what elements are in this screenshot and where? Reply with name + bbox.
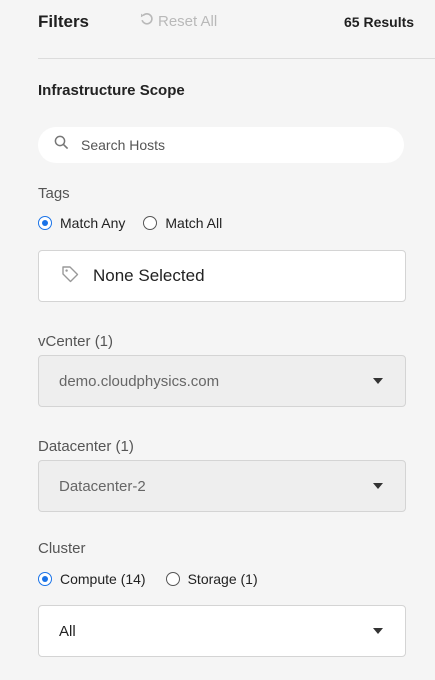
datacenter-label: Datacenter (1) [38, 438, 134, 455]
datacenter-select[interactable]: Datacenter-2 [38, 460, 406, 512]
header-divider [38, 58, 435, 59]
radio-checked-icon [38, 572, 52, 586]
chevron-down-icon [373, 628, 383, 634]
datacenter-select-value: Datacenter-2 [59, 477, 146, 495]
radio-unchecked-icon [165, 572, 180, 586]
filters-title: Filters [38, 12, 90, 31]
cluster-type-radio-group: Compute (14) Storage (1) [38, 571, 276, 587]
vcenter-select-value: demo.cloudphysics.com [59, 372, 220, 390]
filters-header: Filters Reset All 65 Results [38, 10, 435, 36]
storage-label: Storage (1) [187, 571, 258, 587]
tags-selector-text: None Selected [93, 266, 205, 285]
tags-label: Tags [38, 185, 70, 202]
compute-radio[interactable]: Compute (14) [38, 571, 146, 587]
compute-label: Compute (14) [60, 571, 146, 587]
reset-icon [140, 10, 154, 34]
infrastructure-scope-title: Infrastructure Scope [38, 82, 185, 99]
radio-checked-icon [38, 216, 52, 230]
match-any-radio[interactable]: Match Any [38, 215, 125, 231]
cluster-label: Cluster [38, 540, 86, 557]
cluster-select[interactable]: All [38, 605, 406, 657]
vcenter-label: vCenter (1) [38, 333, 114, 350]
search-icon [54, 135, 69, 155]
search-hosts-input[interactable] [79, 136, 363, 154]
radio-unchecked-icon [143, 216, 158, 230]
match-any-label: Match Any [60, 215, 126, 231]
tags-selector[interactable]: None Selected [38, 250, 406, 302]
match-all-label: Match All [165, 215, 223, 231]
storage-radio[interactable]: Storage (1) [165, 571, 258, 587]
tags-match-radio-group: Match Any Match All [38, 215, 240, 231]
tag-icon [61, 265, 79, 288]
search-hosts-field[interactable] [38, 127, 404, 163]
vcenter-select[interactable]: demo.cloudphysics.com [38, 355, 406, 407]
reset-all-button[interactable]: Reset All [140, 10, 217, 34]
chevron-down-icon [373, 378, 383, 384]
match-all-radio[interactable]: Match All [143, 215, 222, 231]
chevron-down-icon [373, 483, 383, 489]
reset-all-label: Reset All [158, 13, 218, 30]
results-count: 65 Results [344, 14, 415, 30]
cluster-select-value: All [59, 622, 76, 640]
